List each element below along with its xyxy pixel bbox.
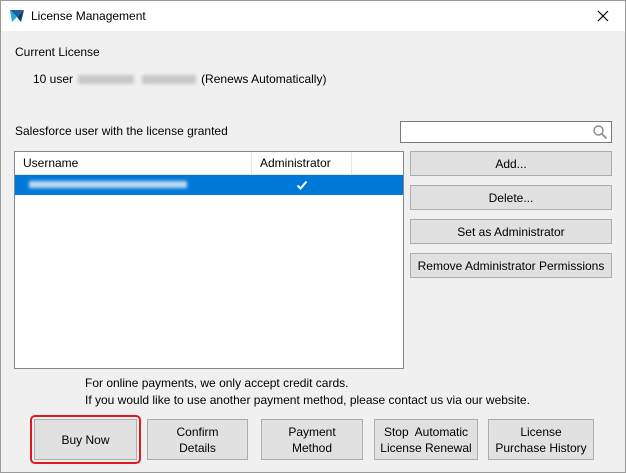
payment-note-line1: For online payments, we only accept cred… [85, 376, 349, 390]
payment-method-label-line2: Method [291, 440, 332, 455]
stop-renewal-label-line2: License Renewal [380, 440, 472, 455]
renewal-note: (Renews Automatically) [201, 72, 327, 86]
stop-renewal-label-line1: Stop Automatic [383, 424, 469, 439]
purchase-history-label-line1: License [520, 424, 562, 439]
column-header-filler [352, 152, 403, 174]
search-box[interactable] [400, 121, 612, 143]
list-header: Username Administrator [15, 152, 403, 175]
search-icon[interactable] [592, 124, 608, 140]
stop-automatic-renewal-button[interactable]: Stop Automatic License Renewal [374, 419, 478, 460]
buy-now-button[interactable]: Buy Now [34, 419, 137, 460]
payment-method-label-line1: Payment [288, 424, 336, 439]
license-seats: 10 user [33, 72, 74, 86]
window-title: License Management [31, 9, 146, 23]
column-header-username[interactable]: Username [15, 152, 252, 174]
close-icon [597, 10, 609, 22]
redacted-license-date [141, 75, 196, 85]
licensed-users-list[interactable]: Username Administrator [14, 151, 404, 369]
payment-method-button[interactable]: Payment Method [261, 419, 363, 460]
title-bar[interactable]: License Management [1, 1, 625, 31]
payment-note-line2: If you would like to use another payment… [85, 393, 530, 407]
confirm-details-label-line1: Confirm [176, 424, 219, 439]
license-management-window: License Management Current License 10 us… [0, 0, 626, 473]
confirm-details-button[interactable]: Confirm Details [147, 419, 248, 460]
purchase-history-label-line2: Purchase History [495, 440, 587, 455]
remove-administrator-button[interactable]: Remove Administrator Permissions [410, 253, 612, 278]
current-license-info: 10 user (Renews Automatically) [33, 72, 326, 86]
administrator-cell[interactable] [252, 175, 352, 195]
license-purchase-history-button[interactable]: License Purchase History [488, 419, 594, 460]
current-license-heading: Current License [15, 45, 100, 59]
redacted-license-id [78, 75, 135, 85]
column-header-administrator[interactable]: Administrator [252, 152, 352, 174]
add-button[interactable]: Add... [410, 151, 612, 176]
set-administrator-button[interactable]: Set as Administrator [410, 219, 612, 244]
users-section-heading: Salesforce user with the license granted [15, 124, 228, 138]
close-button[interactable] [581, 1, 625, 31]
delete-button[interactable]: Delete... [410, 185, 612, 210]
app-logo-icon [10, 10, 24, 22]
checkmark-icon [296, 180, 308, 190]
redacted-username [29, 181, 187, 188]
search-input[interactable] [403, 123, 593, 141]
username-cell[interactable] [15, 175, 252, 195]
confirm-details-label-line2: Details [179, 440, 216, 455]
table-row[interactable] [15, 175, 403, 195]
